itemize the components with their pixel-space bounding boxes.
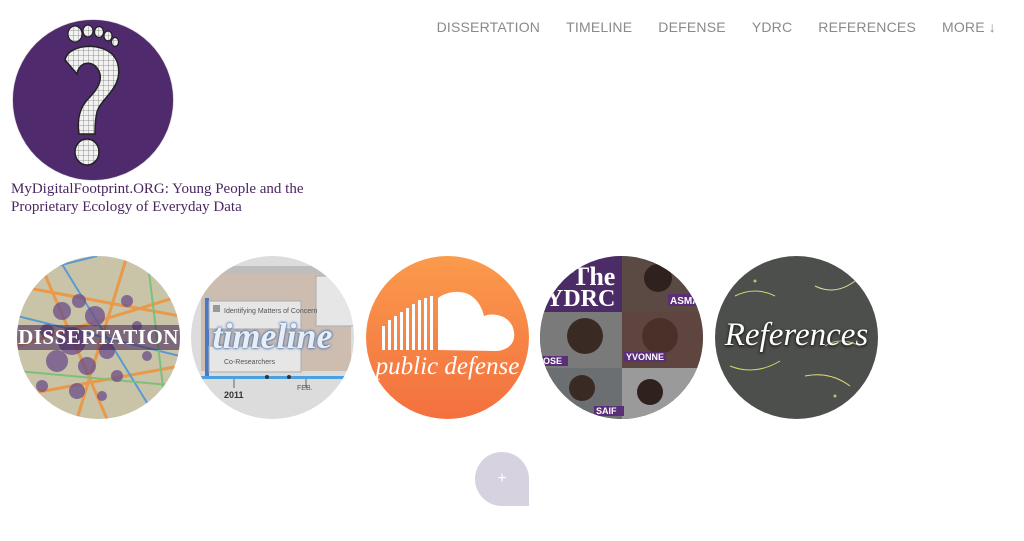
nav-more[interactable]: MORE ↓ [942,18,996,36]
ydrc-name-saif: SAIF [596,406,617,416]
tile-ydrc-label-abbr: YDRC [546,286,616,312]
question-mark-footprint-icon [64,24,120,166]
site-title[interactable]: MyDigitalFootprint.ORG: Young People and… [11,180,331,216]
nav-defense[interactable]: DEFENSE [658,18,726,36]
timeline-month: FEB. [297,385,313,392]
timeline-note-2: Co-Researchers [224,359,275,366]
tile-ydrc[interactable]: OSE YVONNE ASMA SAIF The YDRC [540,256,703,419]
ydrc-name-asma: ASMA [670,296,699,307]
ydrc-name-yvonne: YVONNE [626,352,664,362]
tile-public-defense-label: public defense [375,353,520,380]
ydrc-name-ose: OSE [543,356,562,366]
site-logo[interactable] [13,20,173,180]
nav-dissertation[interactable]: DISSERTATION [437,18,541,36]
tile-timeline[interactable]: Identifying Matters of Concern Co-Resear… [191,256,354,419]
nav-references[interactable]: REFERENCES [818,18,916,36]
tile-references[interactable]: References [715,256,878,419]
tile-dissertation-label: DISSERTATION [17,325,180,350]
tile-dissertation[interactable]: DISSERTATION [17,256,180,419]
nav-timeline[interactable]: TIMELINE [566,18,632,36]
tile-public-defense[interactable]: public defense [366,256,529,419]
tile-timeline-label: timeline [212,316,333,356]
add-button[interactable]: + [475,452,529,506]
timeline-year: 2011 [224,390,244,400]
nav-ydrc[interactable]: YDRC [752,18,792,36]
nav-more-label: MORE [941,19,985,35]
main-nav: DISSERTATION TIMELINE DEFENSE YDRC REFER… [437,18,996,36]
arrow-down-icon: ↓ [988,19,996,35]
youth-photos-image: OSE YVONNE ASMA SAIF [540,256,703,419]
plus-icon: + [497,470,507,487]
tile-references-label: References [724,317,869,353]
timeline-note-1: Identifying Matters of Concern [224,308,317,315]
soundcloud-icon [366,256,529,419]
